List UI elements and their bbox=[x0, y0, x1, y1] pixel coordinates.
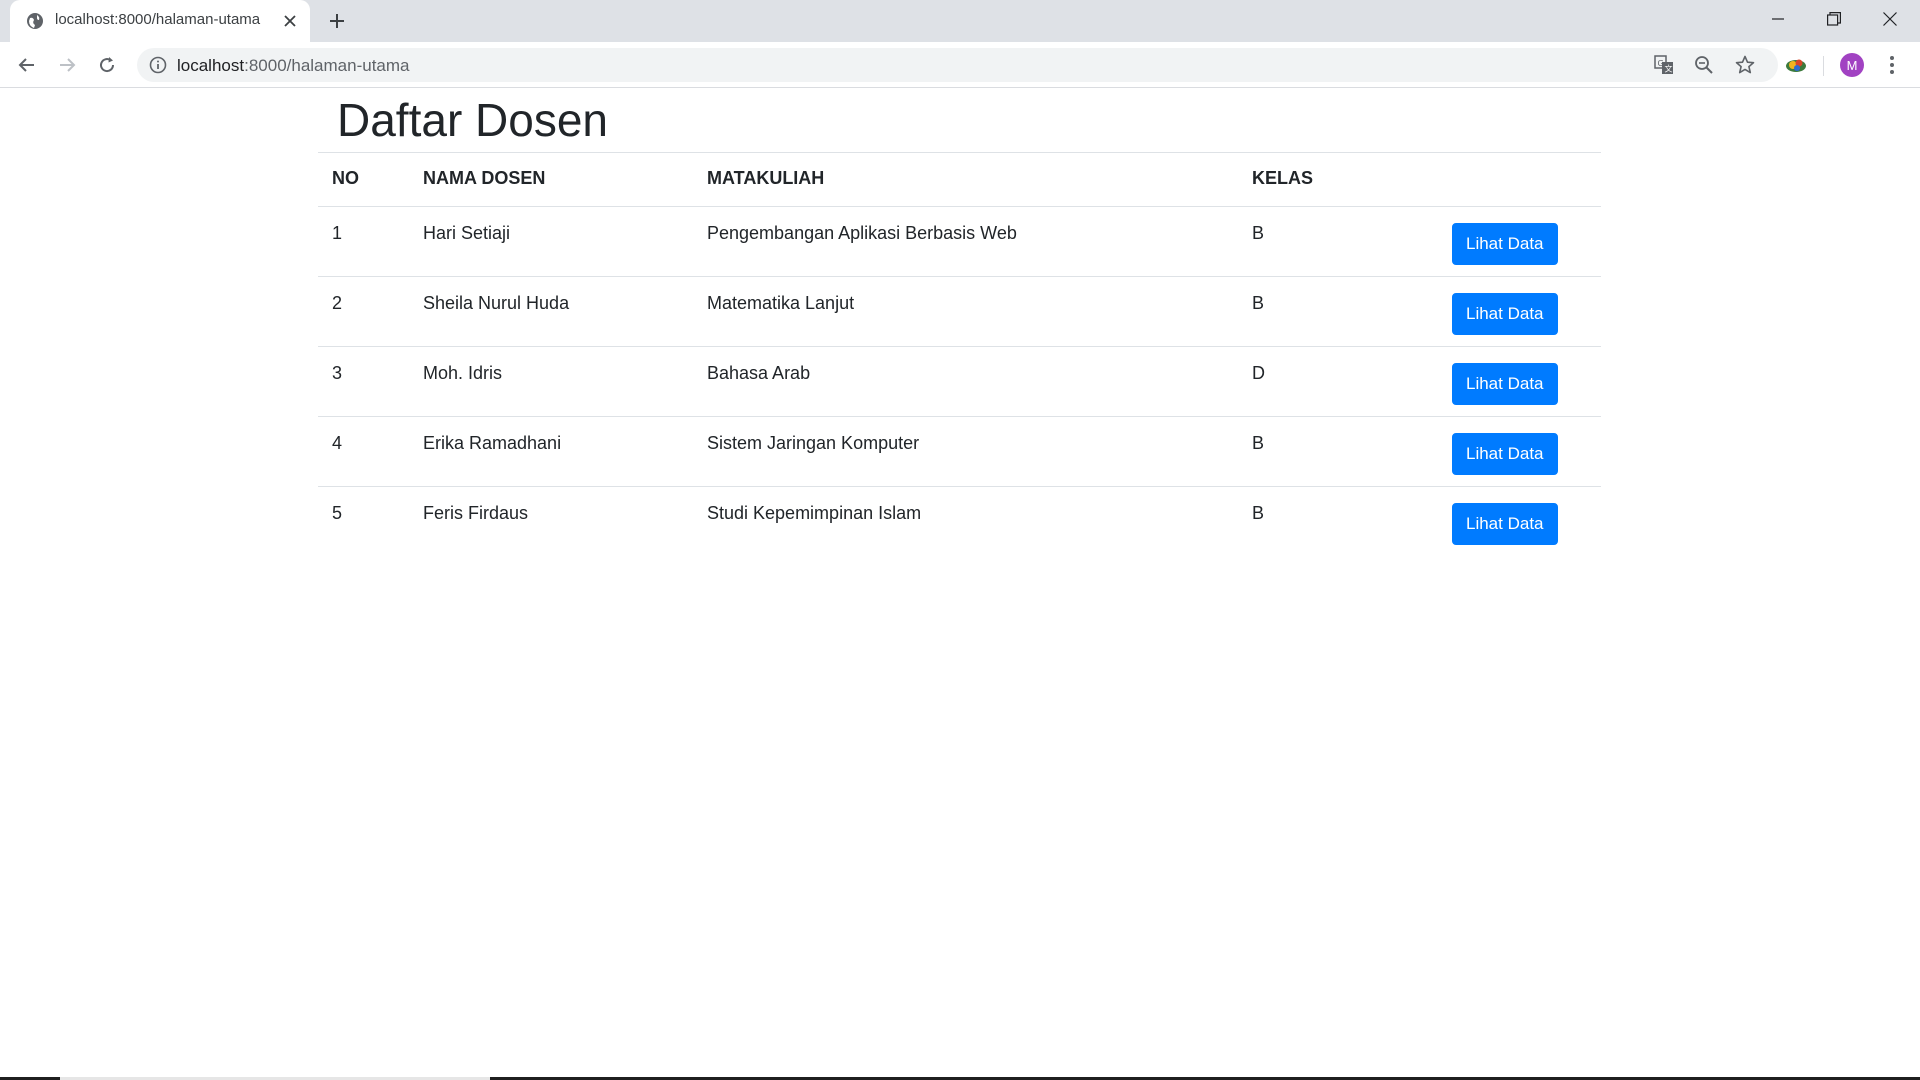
site-info-icon[interactable] bbox=[149, 56, 167, 74]
cell-matakuliah: Pengembangan Aplikasi Berbasis Web bbox=[693, 206, 1238, 277]
cell-nama-dosen: Hari Setiaji bbox=[409, 206, 693, 277]
cell-matakuliah: Bahasa Arab bbox=[693, 346, 1238, 417]
cell-action: Lihat Data bbox=[1438, 276, 1601, 347]
cell-no: 5 bbox=[318, 486, 409, 557]
cell-no: 4 bbox=[318, 416, 409, 487]
back-button[interactable] bbox=[13, 51, 41, 79]
cell-no: 2 bbox=[318, 276, 409, 347]
lihat-data-button[interactable]: Lihat Data bbox=[1452, 363, 1558, 405]
cell-action: Lihat Data bbox=[1438, 346, 1601, 417]
table-row: 2 Sheila Nurul Huda Matematika Lanjut B … bbox=[318, 276, 1601, 347]
cell-kelas: D bbox=[1238, 346, 1438, 417]
reload-button[interactable] bbox=[93, 51, 121, 79]
browser-tab-strip: localhost:8000/halaman-utama bbox=[0, 0, 1920, 42]
translate-icon[interactable]: G文 bbox=[1653, 54, 1675, 76]
dosen-table: NO NAMA DOSEN MATAKULIAH KELAS 1 Hari Se… bbox=[318, 152, 1601, 557]
lihat-data-button[interactable]: Lihat Data bbox=[1452, 223, 1558, 265]
profile-avatar[interactable]: M bbox=[1840, 53, 1864, 77]
forward-button[interactable] bbox=[53, 51, 81, 79]
globe-icon bbox=[26, 12, 44, 30]
table-row: 4 Erika Ramadhani Sistem Jaringan Komput… bbox=[318, 416, 1601, 487]
column-header-no: NO bbox=[318, 152, 409, 207]
lihat-data-button[interactable]: Lihat Data bbox=[1452, 433, 1558, 475]
page-title: Daftar Dosen bbox=[337, 94, 609, 146]
bookmark-star-icon[interactable] bbox=[1734, 54, 1756, 76]
extension-icon[interactable] bbox=[1784, 53, 1808, 77]
column-header-matakuliah: MATAKULIAH bbox=[693, 152, 1238, 207]
address-url[interactable]: localhost:8000/halaman-utama bbox=[177, 56, 410, 76]
column-header-action bbox=[1438, 152, 1601, 207]
cell-nama-dosen: Sheila Nurul Huda bbox=[409, 276, 693, 347]
zoom-icon[interactable] bbox=[1693, 54, 1715, 76]
cell-kelas: B bbox=[1238, 276, 1438, 347]
lihat-data-button[interactable]: Lihat Data bbox=[1452, 293, 1558, 335]
cell-kelas: B bbox=[1238, 206, 1438, 277]
lihat-data-button[interactable]: Lihat Data bbox=[1452, 503, 1558, 545]
cell-matakuliah: Studi Kepemimpinan Islam bbox=[693, 486, 1238, 557]
cell-nama-dosen: Erika Ramadhani bbox=[409, 416, 693, 487]
url-path: :8000/halaman-utama bbox=[244, 56, 410, 75]
new-tab-button[interactable] bbox=[325, 9, 349, 33]
cell-no: 3 bbox=[318, 346, 409, 417]
column-header-kelas: KELAS bbox=[1238, 152, 1438, 207]
svg-text:G: G bbox=[1658, 59, 1664, 68]
cell-nama-dosen: Moh. Idris bbox=[409, 346, 693, 417]
column-header-nama-dosen: NAMA DOSEN bbox=[409, 152, 693, 207]
table-row: 3 Moh. Idris Bahasa Arab D Lihat Data bbox=[318, 346, 1601, 417]
cell-no: 1 bbox=[318, 206, 409, 277]
cell-action: Lihat Data bbox=[1438, 486, 1601, 557]
cell-action: Lihat Data bbox=[1438, 206, 1601, 277]
table-row: 5 Feris Firdaus Studi Kepemimpinan Islam… bbox=[318, 486, 1601, 557]
restore-window-button[interactable] bbox=[1806, 0, 1862, 38]
close-tab-icon[interactable] bbox=[280, 11, 300, 31]
toolbar-divider bbox=[1823, 56, 1824, 76]
table-header-row: NO NAMA DOSEN MATAKULIAH KELAS bbox=[318, 152, 1601, 207]
minimize-window-button[interactable] bbox=[1750, 0, 1806, 38]
page-viewport: Daftar Dosen NO NAMA DOSEN MATAKULIAH KE… bbox=[0, 89, 1920, 1080]
cell-matakuliah: Sistem Jaringan Komputer bbox=[693, 416, 1238, 487]
close-window-button[interactable] bbox=[1862, 0, 1918, 38]
cell-action: Lihat Data bbox=[1438, 416, 1601, 487]
browser-tab[interactable]: localhost:8000/halaman-utama bbox=[10, 0, 310, 42]
svg-text:文: 文 bbox=[1665, 64, 1673, 74]
tab-title: localhost:8000/halaman-utama bbox=[55, 11, 261, 28]
cell-kelas: B bbox=[1238, 486, 1438, 557]
table-row: 1 Hari Setiaji Pengembangan Aplikasi Ber… bbox=[318, 206, 1601, 277]
cell-nama-dosen: Feris Firdaus bbox=[409, 486, 693, 557]
address-bar[interactable]: localhost:8000/halaman-utama G文 bbox=[137, 48, 1778, 82]
browser-toolbar: localhost:8000/halaman-utama G文 M bbox=[0, 42, 1920, 88]
cell-kelas: B bbox=[1238, 416, 1438, 487]
url-host: localhost bbox=[177, 56, 245, 75]
cell-matakuliah: Matematika Lanjut bbox=[693, 276, 1238, 347]
kebab-menu-icon[interactable] bbox=[1880, 53, 1904, 77]
